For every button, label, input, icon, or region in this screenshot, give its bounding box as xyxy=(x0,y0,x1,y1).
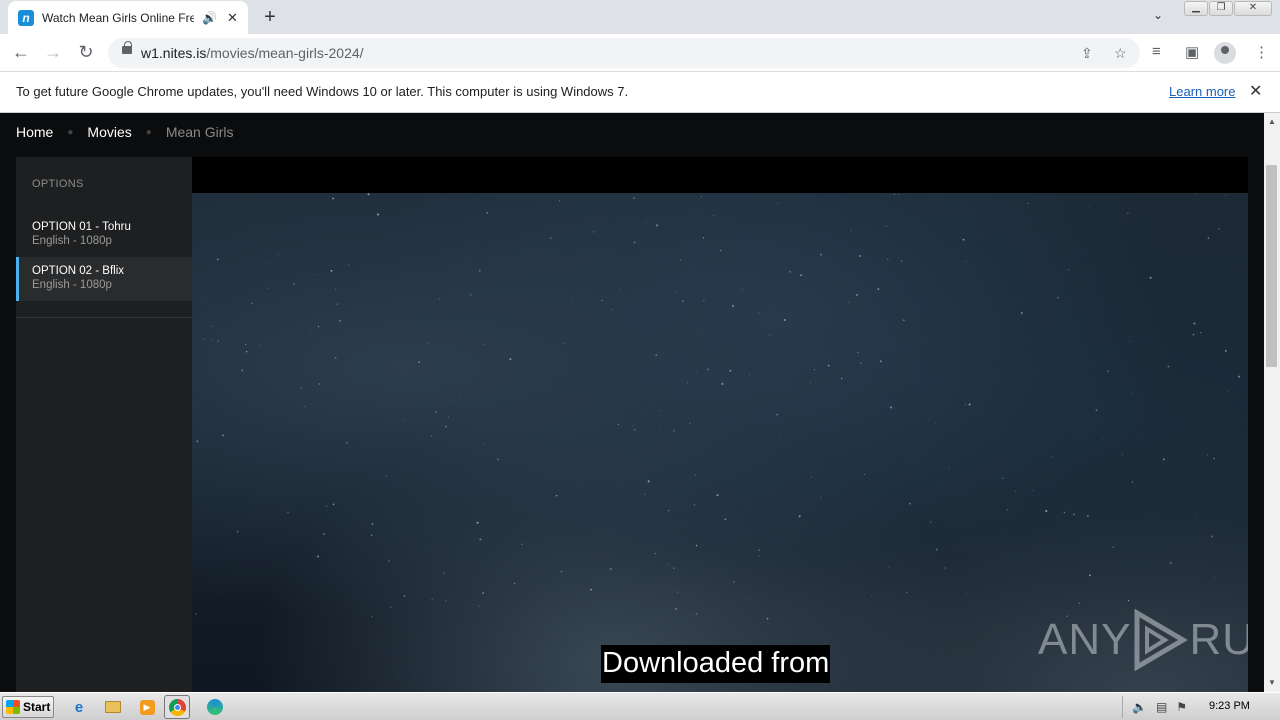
media-controls-icon[interactable]: ≡ xyxy=(1152,43,1161,60)
server-options-sidebar: OPTIONS OPTION 01 - Tohru English - 1080… xyxy=(16,157,192,692)
share-icon[interactable]: ⇪ xyxy=(1081,45,1093,62)
option-name: OPTION 01 - Tohru xyxy=(32,221,131,233)
system-tray: 🔈 ▤ ⚑ xyxy=(1122,696,1280,718)
scroll-up-arrow-icon[interactable]: ▲ xyxy=(1268,117,1276,126)
network-icon[interactable]: ▤ xyxy=(1156,700,1167,714)
window-close-button[interactable]: ✕ xyxy=(1234,1,1272,16)
option-name: OPTION 02 - Bflix xyxy=(32,265,125,277)
taskbar-clock[interactable]: 9:23 PM xyxy=(1209,700,1250,712)
reload-icon[interactable]: ↻ xyxy=(75,42,97,63)
video-player[interactable]: Downloaded from ANY RUN xyxy=(192,193,1248,692)
url-domain: w1.nites.is xyxy=(141,45,207,61)
sidebar-divider xyxy=(16,317,192,318)
option-tohru[interactable]: OPTION 01 - Tohru English - 1080p xyxy=(16,213,192,257)
start-button[interactable]: Start xyxy=(2,696,54,718)
options-heading: OPTIONS xyxy=(32,178,84,190)
watermark-left-text: ANY xyxy=(1038,615,1132,664)
media-player-icon[interactable]: ▶ xyxy=(137,697,157,717)
learn-more-link[interactable]: Learn more xyxy=(1169,84,1235,99)
player-top-bar xyxy=(192,157,1248,193)
breadcrumb-separator: ● xyxy=(145,126,152,138)
breadcrumb-separator: ● xyxy=(67,126,74,138)
scrollbar-thumb[interactable] xyxy=(1266,165,1277,367)
action-center-flag-icon[interactable]: ⚑ xyxy=(1176,700,1187,714)
video-subtitle: Downloaded from xyxy=(601,645,831,683)
windows-logo-icon xyxy=(6,700,20,714)
forward-arrow-icon[interactable]: → xyxy=(42,42,64,63)
lock-icon[interactable] xyxy=(122,41,132,54)
url-text[interactable]: w1.nites.is/movies/mean-girls-2024/ xyxy=(141,45,364,61)
watermark-play-icon xyxy=(1134,609,1189,671)
browser-toolbar: ← → ↻ w1.nites.is/movies/mean-girls-2024… xyxy=(0,34,1280,72)
option-detail: English - 1080p xyxy=(32,235,112,247)
side-panel-icon[interactable]: ▣ xyxy=(1185,43,1199,61)
windows-taskbar: Start e ▶ 🔈 ▤ ⚑ 9:23 PM xyxy=(0,692,1280,720)
scroll-down-arrow-icon[interactable]: ▼ xyxy=(1268,678,1276,687)
back-arrow-icon[interactable]: ← xyxy=(10,42,32,63)
new-tab-button[interactable]: + xyxy=(260,6,280,29)
tab-search-chevron-icon[interactable]: ⌄ xyxy=(1153,8,1163,22)
file-explorer-icon[interactable] xyxy=(103,697,123,717)
option-detail: English - 1080p xyxy=(32,279,112,291)
address-bar[interactable]: w1.nites.is/movies/mean-girls-2024/ ⇪ ☆ xyxy=(108,38,1140,68)
tab-title: Watch Mean Girls Online Free in xyxy=(42,10,194,25)
page-content: Home ● Movies ● Mean Girls OPTIONS OPTIO… xyxy=(0,113,1264,692)
option-bflix[interactable]: OPTION 02 - Bflix English - 1080p xyxy=(16,257,192,301)
watermark-right-text: RUN xyxy=(1189,615,1248,664)
browser-tab[interactable]: n Watch Mean Girls Online Free in 🔊 ✕ xyxy=(8,1,248,34)
speaker-icon[interactable]: 🔊 xyxy=(202,11,217,25)
update-infobar: To get future Google Chrome updates, you… xyxy=(0,72,1280,113)
url-path: /movies/mean-girls-2024/ xyxy=(206,45,364,61)
tab-strip: n Watch Mean Girls Online Free in 🔊 ✕ + … xyxy=(0,0,1280,34)
start-label: Start xyxy=(23,700,51,714)
infobar-message: To get future Google Chrome updates, you… xyxy=(16,84,629,99)
breadcrumb-home[interactable]: Home xyxy=(16,124,53,140)
edge-icon[interactable] xyxy=(205,697,225,717)
breadcrumb-current: Mean Girls xyxy=(165,124,234,140)
page-scrollbar[interactable]: ▲ ▼ xyxy=(1264,113,1280,692)
breadcrumb-movies[interactable]: Movies xyxy=(87,124,131,140)
chrome-icon[interactable] xyxy=(164,695,190,719)
kebab-menu-icon[interactable]: ⋮ xyxy=(1254,43,1269,61)
site-favicon-icon: n xyxy=(18,9,34,26)
volume-icon[interactable]: 🔈 xyxy=(1132,700,1147,714)
anyrun-watermark: ANY RUN xyxy=(1038,609,1248,671)
bookmark-star-icon[interactable]: ☆ xyxy=(1114,45,1127,62)
internet-explorer-icon[interactable]: e xyxy=(69,697,89,717)
restore-button[interactable]: ❐ xyxy=(1209,1,1233,16)
infobar-close-icon[interactable]: ✕ xyxy=(1249,81,1262,101)
tab-close-icon[interactable]: ✕ xyxy=(227,10,238,26)
breadcrumb: Home ● Movies ● Mean Girls xyxy=(16,124,234,140)
profile-avatar-icon[interactable] xyxy=(1214,42,1236,64)
minimize-button[interactable]: ▁ xyxy=(1184,1,1208,16)
